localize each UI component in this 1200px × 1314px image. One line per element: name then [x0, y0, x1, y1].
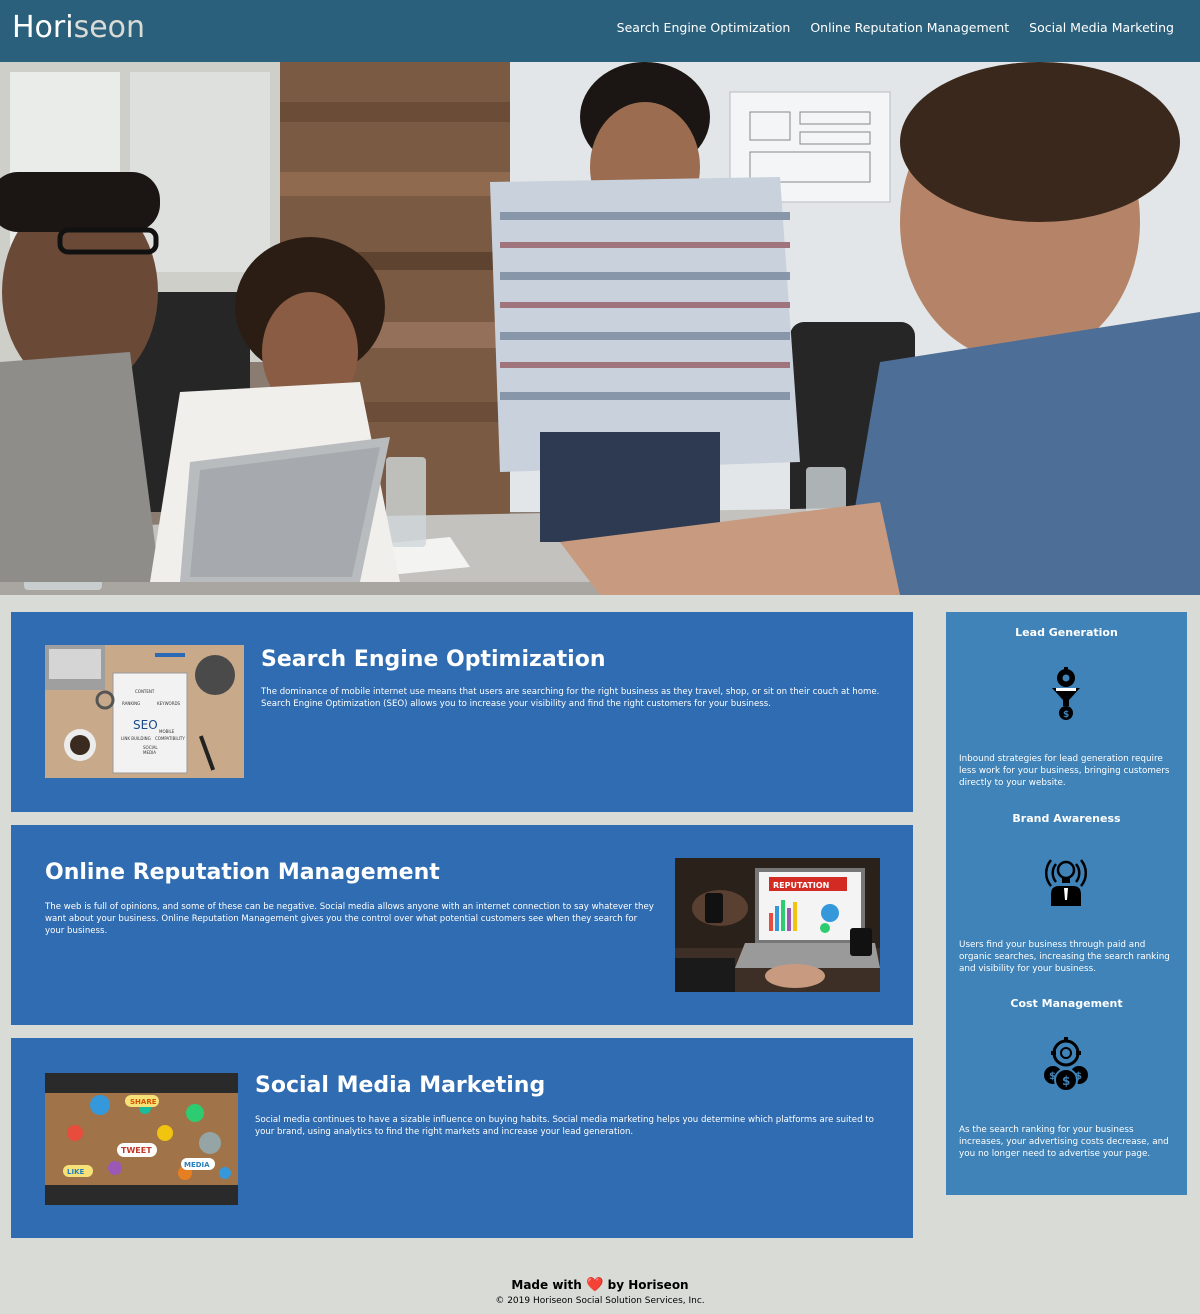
- coins-gear-icon: $ $ $: [1037, 1035, 1095, 1093]
- smm-image: SHARE TWEET LIKE MEDIA: [45, 1073, 238, 1205]
- benefit-lead-generation: Lead Generation $ Inbound strategies for…: [946, 612, 1187, 798]
- orm-image-label: REPUTATION: [773, 881, 829, 890]
- site-footer: Made with ❤️ by Horiseon © 2019 Horiseon…: [0, 1270, 1200, 1314]
- seo-image-word: KEYWORDS: [157, 701, 181, 706]
- seo-body: The dominance of mobile internet use mea…: [261, 687, 880, 709]
- footer-copyright: © 2019 Horiseon Social Solution Services…: [495, 1296, 705, 1306]
- benefit-body: Inbound strategies for lead generation r…: [959, 754, 1170, 788]
- seo-image-word: MOBILE: [159, 729, 175, 734]
- smm-body: Social media continues to have a sizable…: [255, 1115, 874, 1137]
- lead-funnel-icon: $: [1037, 664, 1095, 722]
- seo-image-word: RANKING: [122, 701, 140, 706]
- smm-image-bubble: MEDIA: [184, 1161, 210, 1169]
- svg-text:$: $: [1063, 710, 1069, 720]
- benefit-cost-management: Cost Management $ $ $ As the search rank…: [946, 983, 1187, 1195]
- benefits-sidebar: Lead Generation $ Inbound strategies for…: [946, 612, 1187, 1195]
- benefit-title: Cost Management: [1010, 997, 1123, 1010]
- nav-link-seo[interactable]: Search Engine Optimization: [617, 20, 791, 35]
- nav-link-orm[interactable]: Online Reputation Management: [810, 20, 1009, 35]
- benefit-brand-awareness: Brand Awareness Users find your business…: [946, 798, 1187, 984]
- orm-title: Online Reputation Management: [45, 860, 440, 885]
- svg-text:$: $: [1049, 1071, 1056, 1082]
- site-header: Horiseon Search Engine Optimization Onli…: [0, 0, 1200, 62]
- seo-image-word: LINK BUILDING: [121, 736, 151, 741]
- logo-accent: seon: [73, 10, 146, 45]
- benefit-body: As the search ranking for your business …: [959, 1125, 1169, 1159]
- orm-body: The web is full of opinions, and some of…: [45, 902, 654, 936]
- footer-credit: Made with ❤️ by Horiseon: [0, 1277, 1200, 1293]
- benefit-title: Lead Generation: [1015, 626, 1118, 639]
- smm-section: SHARE TWEET LIKE MEDIA Social Media Mark…: [11, 1038, 913, 1238]
- logo-main: Hori: [12, 10, 74, 45]
- seo-image-word: COMPATIBILITY: [155, 736, 185, 741]
- footer-by: by Horiseon: [607, 1278, 689, 1292]
- main-nav: Search Engine Optimization Online Reputa…: [617, 20, 1174, 35]
- seo-image: SEO CONTENT RANKING KEYWORDS LINK BUILDI…: [45, 645, 244, 778]
- seo-image-label: SEO: [133, 718, 158, 732]
- seo-title: Search Engine Optimization: [261, 647, 606, 672]
- smm-image-bubble: LIKE: [67, 1168, 84, 1176]
- heart-icon: ❤️: [586, 1277, 604, 1293]
- orm-image: REPUTATION: [675, 858, 880, 992]
- bulb-broadcast-icon: [1037, 850, 1095, 908]
- logo[interactable]: Horiseon: [12, 10, 145, 45]
- svg-text:$: $: [1062, 1074, 1070, 1088]
- orm-section: Online Reputation Management The web is …: [11, 825, 913, 1025]
- hero-image: [0, 62, 1200, 595]
- smm-title: Social Media Marketing: [255, 1073, 546, 1098]
- seo-section: SEO CONTENT RANKING KEYWORDS LINK BUILDI…: [11, 612, 913, 812]
- seo-image-word: CONTENT: [135, 689, 155, 694]
- smm-image-bubble: SHARE: [130, 1098, 157, 1106]
- benefit-title: Brand Awareness: [1012, 812, 1121, 825]
- benefit-body: Users find your business through paid an…: [959, 940, 1170, 974]
- footer-made-with: Made with: [511, 1278, 582, 1292]
- smm-image-bubble: TWEET: [121, 1146, 152, 1155]
- seo-image-word: MEDIA: [143, 750, 156, 755]
- svg-text:$: $: [1075, 1071, 1082, 1082]
- nav-link-smm[interactable]: Social Media Marketing: [1029, 20, 1174, 35]
